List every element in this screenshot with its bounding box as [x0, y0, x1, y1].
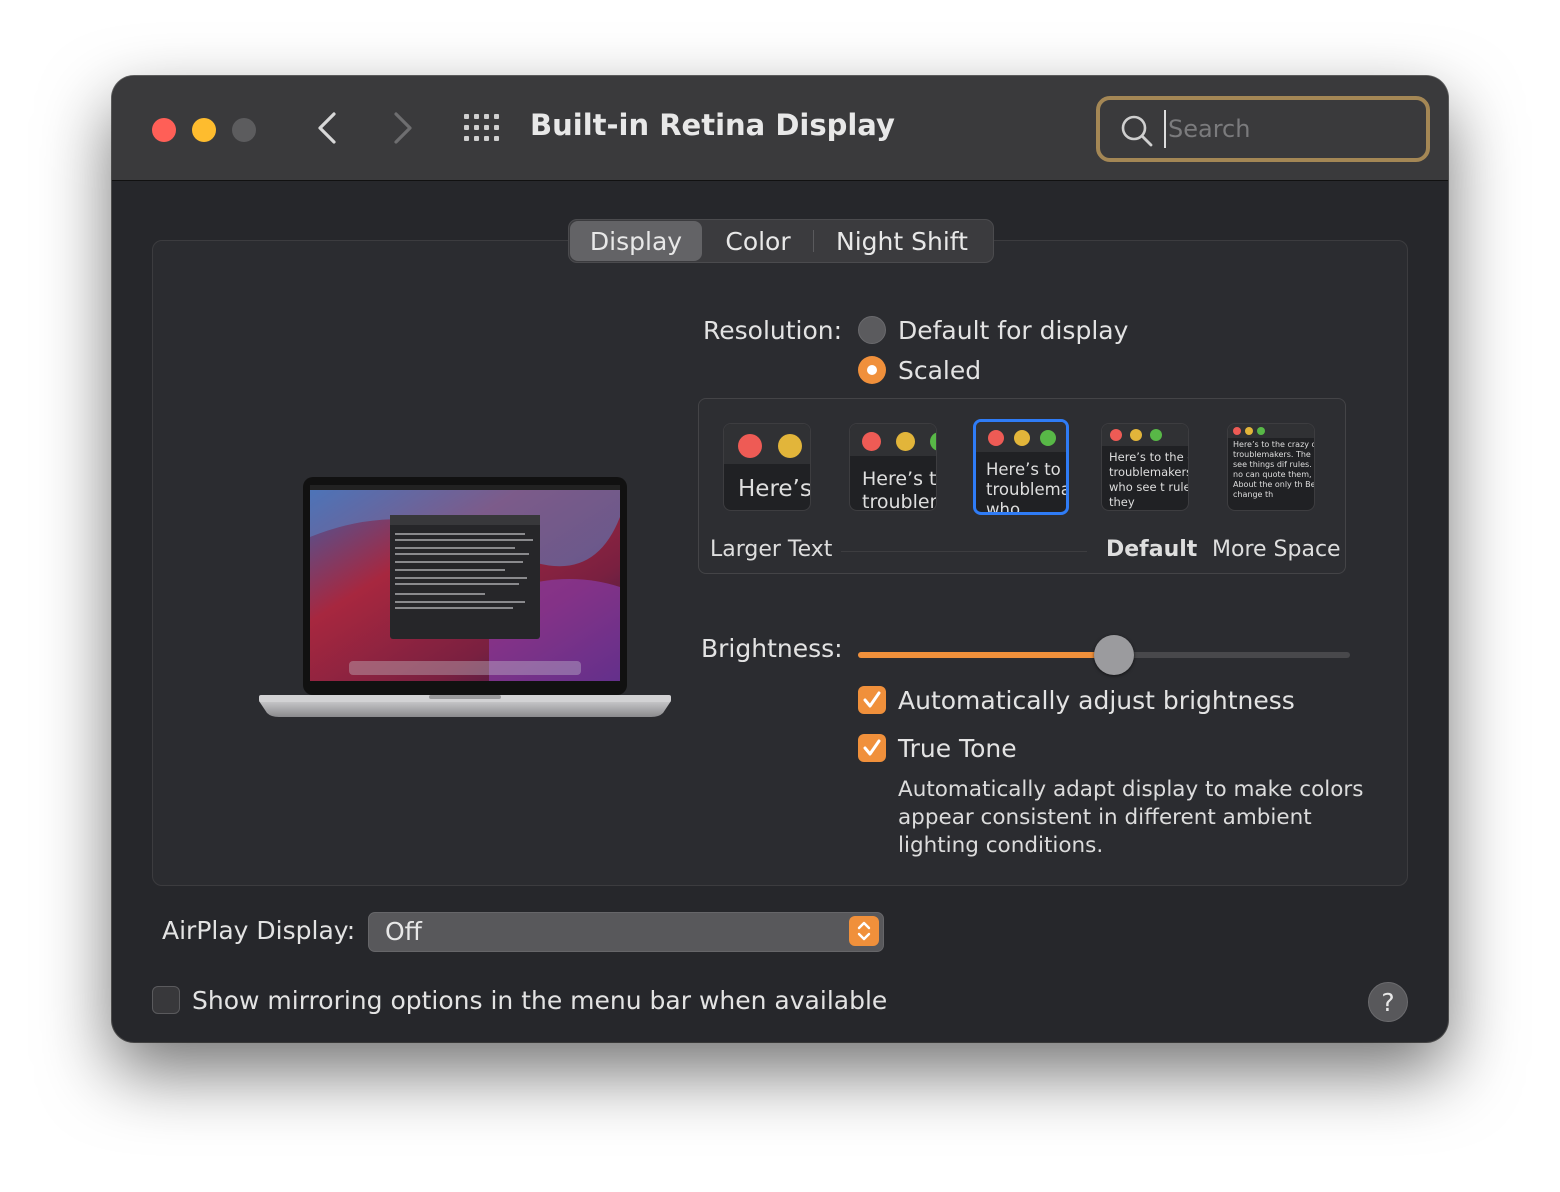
brightness-slider-thumb[interactable]: [1093, 635, 1134, 675]
scaled-options-box: Here’s Here’s to troublem Here’s to t tr…: [698, 398, 1346, 574]
radio-scaled[interactable]: [858, 356, 886, 384]
grid-icon: [464, 114, 499, 141]
window-title: Built-in Retina Display: [530, 108, 895, 142]
default-for-display-label[interactable]: Default for display: [898, 316, 1128, 345]
mirroring-label[interactable]: Show mirroring options in the menu bar w…: [192, 986, 887, 1015]
help-icon[interactable]: ?: [1368, 982, 1408, 1022]
tab-bar: Display Color Night Shift: [568, 219, 994, 263]
titlebar: Built-in Retina Display: [112, 76, 1448, 181]
mirroring-checkbox[interactable]: [152, 986, 180, 1014]
scale-sample-text: Here’s to t troublema ones who: [986, 460, 1069, 515]
show-all-button[interactable]: [462, 112, 502, 144]
tab-night-shift[interactable]: Night Shift: [814, 220, 990, 262]
scale-sample-text: Here’s to the crazy one troublemakers. T…: [1233, 440, 1314, 499]
scale-option-3-selected[interactable]: Here’s to t troublema ones who: [973, 419, 1069, 515]
airplay-display-value: Off: [385, 917, 422, 946]
scale-option-2[interactable]: Here’s to troublem: [849, 423, 937, 511]
resolution-label: Resolution:: [703, 316, 843, 345]
larger-text-label: Larger Text: [710, 537, 833, 562]
scale-option-more-space[interactable]: Here’s to the crazy one troublemakers. T…: [1227, 423, 1315, 511]
auto-brightness-checkbox[interactable]: [858, 686, 886, 714]
brightness-label: Brightness:: [701, 634, 843, 663]
search-icon: [1121, 115, 1153, 147]
brightness-slider-fill: [858, 652, 1114, 658]
scale-divider: [841, 551, 1087, 552]
checkmark-icon: [863, 691, 881, 708]
true-tone-label[interactable]: True Tone: [898, 734, 1017, 763]
minimize-icon[interactable]: [192, 118, 216, 142]
zoom-icon[interactable]: [232, 118, 256, 142]
default-label: Default: [1106, 537, 1198, 562]
more-space-label: More Space: [1212, 537, 1341, 562]
scale-option-default[interactable]: Here’s to the cr troublemakers. ones who…: [1101, 423, 1189, 511]
scale-sample-text: Here’s to the cr troublemakers. ones who…: [1109, 450, 1189, 509]
scale-sample-text: Here’s: [738, 476, 811, 502]
airplay-display-label: AirPlay Display:: [162, 916, 356, 945]
close-icon[interactable]: [152, 118, 176, 142]
radio-default-for-display[interactable]: [858, 316, 886, 344]
forward-button[interactable]: [382, 106, 422, 150]
scale-sample-text: Here’s to troublem: [862, 468, 937, 511]
true-tone-checkbox[interactable]: [858, 734, 886, 762]
back-chevron-icon: [318, 112, 336, 144]
tab-color[interactable]: Color: [703, 220, 813, 262]
back-button[interactable]: [308, 106, 348, 150]
search-input[interactable]: [1164, 110, 1410, 148]
true-tone-description: Automatically adapt display to make colo…: [898, 777, 1364, 858]
preferences-window: Built-in Retina Display Search Display C…: [112, 76, 1448, 1042]
scale-option-larger-text[interactable]: Here’s: [723, 423, 811, 511]
updown-arrows-icon: [849, 916, 879, 946]
forward-chevron-icon: [394, 112, 412, 144]
macbook-preview: [259, 477, 671, 717]
airplay-display-popup[interactable]: Off: [368, 912, 884, 952]
checkmark-icon: [863, 739, 881, 756]
tab-display[interactable]: Display: [570, 221, 702, 261]
search-field[interactable]: [1096, 96, 1430, 162]
auto-brightness-label[interactable]: Automatically adjust brightness: [898, 686, 1295, 715]
brightness-slider[interactable]: [858, 635, 1350, 675]
scaled-label[interactable]: Scaled: [898, 356, 981, 385]
